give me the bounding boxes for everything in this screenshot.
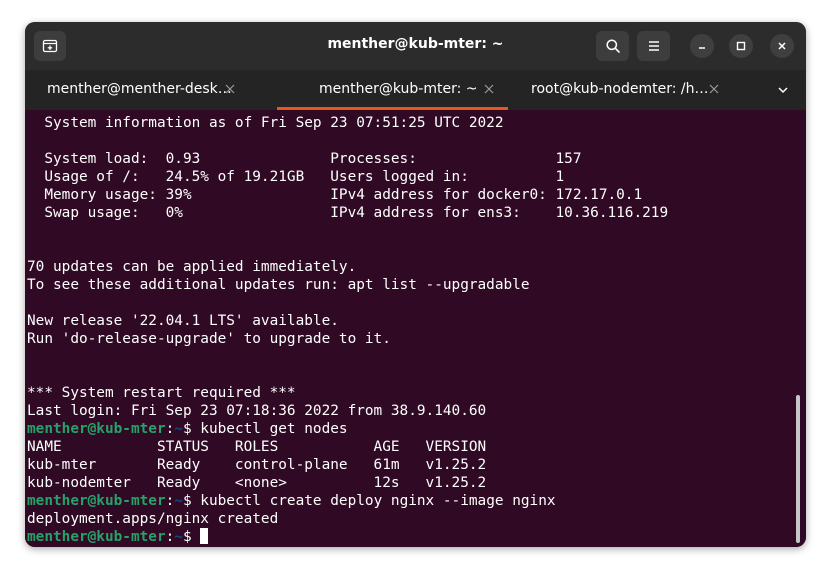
sysinfo-row: Memory usage: 39% IPv4 address for docke… (27, 187, 643, 203)
prompt-line: menther@kub-mter:~$ kubectl get nodes (27, 420, 348, 438)
tab-bar: menther@menther-desk… menther@kub-mter: … (25, 70, 806, 110)
tab-kub-mter[interactable]: menther@kub-mter: ~ (277, 70, 508, 110)
chevron-down-icon[interactable] (776, 83, 790, 97)
nodes-table-header: NAME STATUS ROLES AGE VERSION (27, 439, 487, 455)
prompt-separator: : (165, 529, 175, 545)
close-icon[interactable] (223, 82, 237, 96)
prompt-user: menther@kub-mter (27, 421, 166, 437)
hamburger-menu-icon (647, 40, 661, 52)
sysinfo-row: Swap usage: 0% IPv4 address for ens3: 10… (27, 205, 669, 221)
title-bar: menther@kub-mter: ~ (25, 22, 806, 70)
tab-label: menther@kub-mter: ~ (319, 81, 478, 97)
last-login-line: Last login: Fri Sep 23 07:18:36 2022 fro… (27, 403, 487, 419)
prompt-symbol: $ (182, 421, 201, 437)
search-icon (605, 38, 621, 54)
updates-line: 70 updates can be applied immediately. (27, 259, 357, 275)
tab-menther-desktop[interactable]: menther@menther-desk… (25, 70, 265, 110)
prompt-separator: : (165, 493, 175, 509)
minimize-button[interactable] (690, 34, 714, 58)
release-line: New release '22.04.1 LTS' available. (27, 313, 339, 329)
prompt-path: ~ (174, 421, 183, 437)
prompt-path: ~ (174, 529, 183, 545)
prompt-symbol: $ (182, 493, 201, 509)
sysinfo-row: Usage of /: 24.5% of 19.21GB Users logge… (27, 169, 565, 185)
text-cursor (200, 528, 209, 544)
scrollbar-thumb[interactable] (796, 395, 800, 543)
restart-notice: *** System restart required *** (27, 385, 296, 401)
close-icon (777, 41, 787, 51)
close-button[interactable] (770, 34, 794, 58)
terminal-output[interactable]: System information as of Fri Sep 23 07:5… (25, 110, 806, 547)
prompt-line: menther@kub-mter:~$ kubectl create deplo… (27, 492, 556, 510)
prompt-symbol: $ (182, 529, 201, 545)
maximize-button[interactable] (729, 34, 753, 58)
tab-label: menther@menther-desk… (47, 81, 232, 97)
tab-kub-nodemter[interactable]: root@kub-nodemter: /h… (509, 70, 749, 110)
prompt-path: ~ (174, 493, 183, 509)
updates-line: To see these additional updates run: apt… (27, 277, 530, 293)
prompt-user: menther@kub-mter (27, 493, 166, 509)
prompt-user: menther@kub-mter (27, 529, 166, 545)
sysinfo-row: System load: 0.93 Processes: 157 (27, 151, 582, 167)
command-output: deployment.apps/nginx created (27, 511, 279, 527)
close-icon[interactable] (707, 82, 721, 96)
tab-label: root@kub-nodemter: /h… (531, 81, 709, 97)
close-icon[interactable] (482, 82, 496, 96)
menu-button[interactable] (637, 31, 670, 61)
sysinfo-header: System information as of Fri Sep 23 07:5… (27, 115, 504, 131)
window-title: menther@kub-mter: ~ (327, 36, 504, 52)
command-text: kubectl get nodes (200, 421, 348, 437)
maximize-icon (736, 41, 746, 51)
nodes-table-row: kub-nodemter Ready <none> 12s v1.25.2 (27, 475, 487, 491)
terminal-window: menther@kub-mter: ~ menther@menther-desk… (25, 22, 806, 547)
nodes-table-row: kub-mter Ready control-plane 61m v1.25.2 (27, 457, 487, 473)
command-text: kubectl create deploy nginx --image ngin… (200, 493, 556, 509)
release-line: Run 'do-release-upgrade' to upgrade to i… (27, 331, 391, 347)
prompt-line: menther@kub-mter:~$ (27, 528, 209, 546)
minimize-icon (697, 41, 707, 51)
prompt-separator: : (165, 421, 175, 437)
search-button[interactable] (596, 31, 629, 61)
